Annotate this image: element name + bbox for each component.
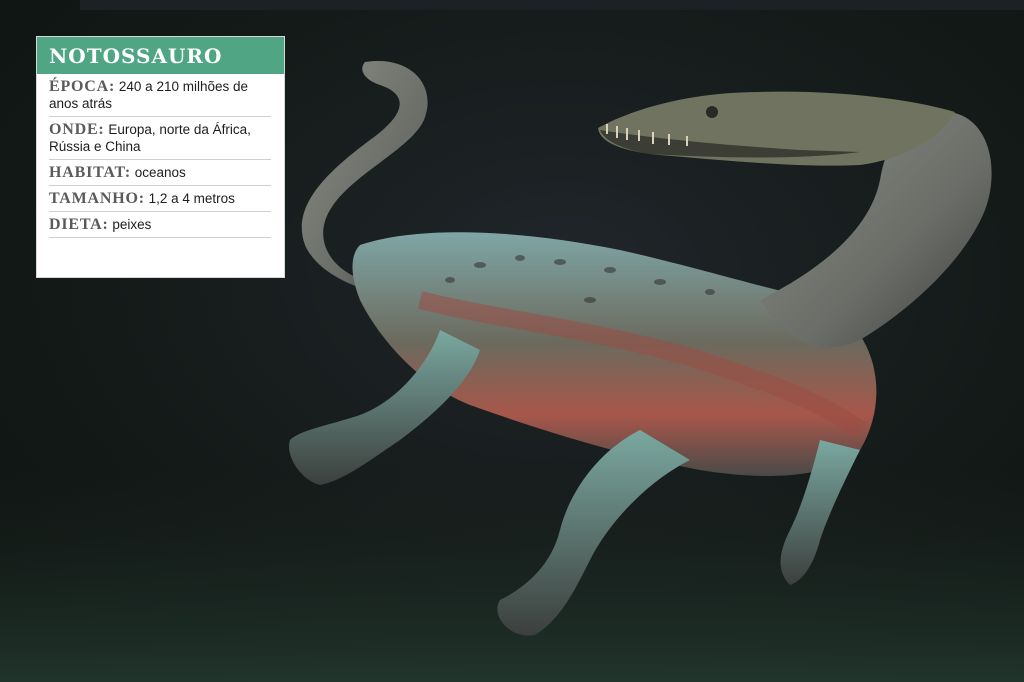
fact-value: 1,2 a 4 metros <box>148 191 235 206</box>
fact-label: ONDE: <box>49 121 105 138</box>
fact-card: NOTOSSAURO ÉPOCA: 240 a 210 milhões de a… <box>36 36 285 278</box>
fact-row-habitat: HABITAT: oceanos <box>49 160 271 186</box>
fact-label: DIETA: <box>49 216 109 233</box>
fact-row-dieta: DIETA: peixes <box>49 212 271 238</box>
fact-row-tamanho: TAMANHO: 1,2 a 4 metros <box>49 186 271 212</box>
fact-value: oceanos <box>134 165 186 180</box>
fact-value: peixes <box>112 217 152 232</box>
fact-row-epoca: ÉPOCA: 240 a 210 milhões de anos atrás <box>49 74 271 117</box>
card-title: NOTOSSAURO <box>37 37 284 74</box>
fact-label: HABITAT: <box>49 164 131 181</box>
fact-label: TAMANHO: <box>49 190 145 207</box>
fact-row-onde: ONDE: Europa, norte da África, Rússia e … <box>49 117 271 160</box>
fact-label: ÉPOCA: <box>49 78 116 95</box>
